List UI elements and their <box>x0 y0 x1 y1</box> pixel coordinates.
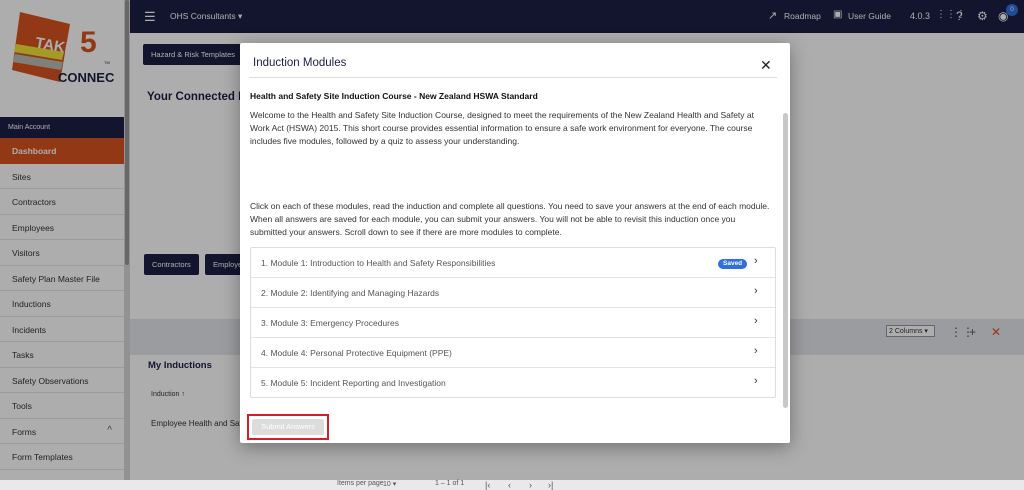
module-label: 5. Module 5: Incident Reporting and Inve… <box>261 378 446 388</box>
pager-range: 1 – 1 of 1 <box>435 480 465 487</box>
dialog-scrollbar[interactable] <box>783 113 788 408</box>
chevron-right-icon[interactable]: › <box>754 375 758 387</box>
module-item-4[interactable]: 4. Module 4: Personal Protective Equipme… <box>251 338 775 368</box>
module-item-2[interactable]: 2. Module 2: Identifying and Managing Ha… <box>251 278 775 308</box>
submit-answers-button[interactable]: Submit Answers <box>252 419 324 435</box>
module-item-5[interactable]: 5. Module 5: Incident Reporting and Inve… <box>251 368 775 398</box>
chevron-right-icon[interactable]: › <box>754 255 758 267</box>
module-item-1[interactable]: 1. Module 1: Introduction to Health and … <box>251 248 775 278</box>
module-item-3[interactable]: 3. Module 3: Emergency Procedures › <box>251 308 775 338</box>
items-per-page-label: Items per page <box>337 480 384 487</box>
module-label: 3. Module 3: Emergency Procedures <box>261 318 399 328</box>
module-label: 1. Module 1: Introduction to Health and … <box>261 258 496 268</box>
module-label: 2. Module 2: Identifying and Managing Ha… <box>261 288 440 298</box>
chevron-right-icon[interactable]: › <box>754 315 758 327</box>
saved-badge: Saved <box>718 259 748 269</box>
chevron-right-icon[interactable]: › <box>754 285 758 297</box>
dialog-title: Induction Modules <box>253 57 347 69</box>
dialog-divider <box>249 77 777 78</box>
first-page-icon[interactable]: |‹ <box>485 480 490 490</box>
module-label: 4. Module 4: Personal Protective Equipme… <box>261 348 452 358</box>
induction-modules-dialog: Induction Modules ✕ Health and Safety Si… <box>240 43 790 443</box>
page-size-value: 10 <box>383 481 391 488</box>
next-page-icon[interactable]: › <box>529 480 532 490</box>
course-instructions: Click on each of these modules, read the… <box>250 201 770 237</box>
course-intro: Welcome to the Health and Safety Site In… <box>250 110 754 146</box>
items-per-page-select[interactable]: 10 ▾ <box>383 480 396 488</box>
close-icon[interactable]: ✕ <box>760 57 772 74</box>
chevron-right-icon[interactable]: › <box>754 345 758 357</box>
prev-page-icon[interactable]: ‹ <box>508 480 511 490</box>
module-list: 1. Module 1: Introduction to Health and … <box>250 247 776 398</box>
last-page-icon[interactable]: ›| <box>548 480 553 490</box>
course-title: Health and Safety Site Induction Course … <box>250 91 538 101</box>
